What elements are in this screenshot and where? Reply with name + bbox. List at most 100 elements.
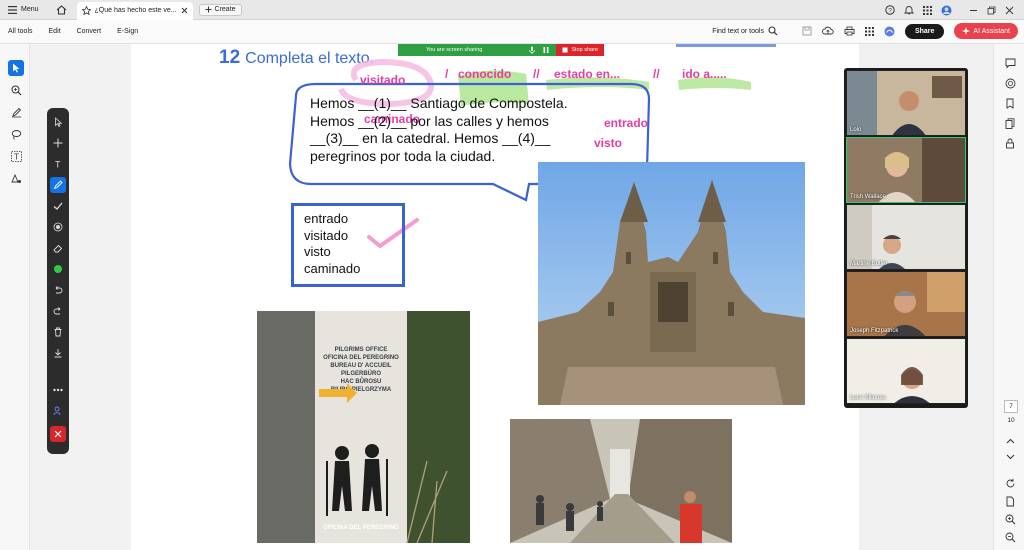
cloud-upload-icon[interactable] <box>822 26 834 36</box>
spotlight-icon <box>53 222 63 232</box>
fb-more-button[interactable] <box>50 382 66 398</box>
participant-tile[interactable]: Lolo <box>846 70 966 136</box>
fb-check-button[interactable] <box>50 198 66 214</box>
cursor-icon <box>12 63 21 73</box>
fb-spotlight-button[interactable] <box>50 219 66 235</box>
annotation-slash: / <box>445 67 449 81</box>
fb-color-button[interactable] <box>50 261 66 277</box>
fb-pen-button[interactable] <box>50 177 66 193</box>
fb-select-button[interactable] <box>50 114 66 130</box>
fb-save-button[interactable] <box>50 345 66 361</box>
rotate-icon <box>1005 478 1016 489</box>
select-tool-button[interactable] <box>8 60 24 76</box>
document-tab[interactable]: ¿Qué has hecho este ve... <box>76 1 193 20</box>
fb-close-button[interactable] <box>50 426 66 442</box>
participant-name: Martine Butler <box>850 261 888 267</box>
participant-name: Trish Wallace <box>850 194 886 200</box>
annotation-ido-a: ido a..... <box>682 67 727 81</box>
text-box-icon: T <box>10 150 22 162</box>
bookmark-tool-button[interactable] <box>1003 96 1017 110</box>
annotation-double-slash: // <box>653 67 660 81</box>
profile-avatar-icon[interactable] <box>941 5 952 16</box>
help-icon[interactable]: ? <box>885 5 895 15</box>
close-icon[interactable] <box>181 7 188 14</box>
page-down-button[interactable] <box>1003 450 1017 464</box>
total-pages: 10 <box>1007 417 1015 424</box>
menu-esign[interactable]: E-Sign <box>109 28 146 35</box>
acrobat-cloud-icon[interactable] <box>884 26 895 37</box>
sign-footer: OFICINA DEL PEREGRINO <box>323 525 399 531</box>
menu-all-tools[interactable]: All tools <box>0 28 41 35</box>
fb-share-annotation-button[interactable] <box>50 403 66 419</box>
draw-tool-button[interactable] <box>8 104 24 120</box>
bubble-line: Hemos __(2)__ por las calles y hemos <box>310 112 549 129</box>
participant-tile[interactable]: Martine Butler <box>846 204 966 270</box>
create-button[interactable]: Create <box>198 3 242 16</box>
text-select-tool-button[interactable]: T <box>8 148 24 164</box>
find-text-or-tools[interactable]: Find text or tools <box>712 26 778 36</box>
participant-tile[interactable]: Trish Wallace <box>846 137 966 203</box>
download-icon <box>53 348 63 358</box>
undo-icon <box>53 285 63 295</box>
fb-undo-button[interactable] <box>50 282 66 298</box>
participant-name: Luce Siliunas <box>850 395 886 401</box>
pen-icon <box>11 107 22 118</box>
print-icon[interactable] <box>844 26 855 36</box>
annotation-estado-en: estado en... <box>554 67 621 81</box>
bubble-line: Hemos __(1)__ Santiago de Compostela. <box>310 95 568 111</box>
word-option: visitado <box>304 227 349 243</box>
close-icon <box>54 430 62 438</box>
zoom-out-button[interactable] <box>1003 530 1017 544</box>
rotate-button[interactable] <box>1003 476 1017 490</box>
speech-bubble-text: Hemos __(1)__ Santiago de Compostela. He… <box>310 95 640 165</box>
fb-text-button[interactable]: T <box>50 156 66 172</box>
current-page[interactable]: 7 <box>1004 400 1018 413</box>
bell-icon[interactable] <box>904 5 914 15</box>
current-page-box[interactable]: 7 10 <box>1004 400 1018 424</box>
minimize-icon[interactable] <box>969 6 978 15</box>
word-options-box: entrado visitado visto caminado <box>291 203 405 287</box>
person-pen-icon <box>53 406 63 416</box>
word-option: visto <box>304 244 331 259</box>
apps-grid-icon[interactable] <box>923 5 932 15</box>
home-icon[interactable] <box>55 3 69 17</box>
lasso-tool-button[interactable] <box>8 126 24 142</box>
participant-tile[interactable]: Joseph Fitzpatrick <box>846 271 966 337</box>
ai-assistant-label: AI Assistant <box>973 27 1010 35</box>
pages-view-button[interactable] <box>1003 494 1017 508</box>
apps-grid-icon[interactable] <box>864 26 874 36</box>
menu-edit[interactable]: Edit <box>41 28 69 35</box>
zoom-in-button[interactable] <box>1003 512 1017 526</box>
pages-tool-button[interactable] <box>1003 116 1017 130</box>
fb-move-button[interactable] <box>50 135 66 151</box>
restore-icon[interactable] <box>987 6 996 15</box>
text-icon: T <box>53 159 63 170</box>
window-close-icon[interactable] <box>1005 6 1014 15</box>
ai-assistant-button[interactable]: AI Assistant <box>954 23 1018 39</box>
document-page: 12 Completa el texto. You are screen shar… <box>131 44 859 550</box>
fb-redo-button[interactable] <box>50 303 66 319</box>
save-icon[interactable] <box>802 26 812 36</box>
fb-eraser-button[interactable] <box>50 240 66 256</box>
create-label: Create <box>214 6 236 13</box>
color-dot-icon <box>53 264 63 274</box>
fill-sign-tool-button[interactable] <box>8 170 24 186</box>
fb-delete-button[interactable] <box>50 324 66 340</box>
participant-tile[interactable]: Luce Siliunas <box>846 338 966 404</box>
menu-button[interactable]: Menu <box>0 0 47 20</box>
pilgrims-office-photo: PILGRIMS OFFICE OFICINA DEL PEREGRINO BU… <box>257 311 470 543</box>
comment-tool-button[interactable] <box>1003 56 1017 70</box>
protect-tool-button[interactable] <box>1003 136 1017 150</box>
share-button[interactable]: Share <box>904 23 945 39</box>
app-toolbar: All tools Edit Convert E-Sign Find text … <box>0 20 1024 44</box>
svg-text:T: T <box>14 152 19 161</box>
star-icon[interactable] <box>81 6 91 15</box>
ai-tool-button[interactable] <box>1003 76 1017 90</box>
participant-name: Joseph Fitzpatrick <box>850 328 899 334</box>
page-up-button[interactable] <box>1003 434 1017 448</box>
annotation-visitado: visitado <box>360 73 406 87</box>
eraser-icon <box>53 243 63 253</box>
zoom-tool-button[interactable] <box>8 82 24 98</box>
menu-convert[interactable]: Convert <box>69 28 110 35</box>
svg-text:?: ? <box>888 7 892 14</box>
